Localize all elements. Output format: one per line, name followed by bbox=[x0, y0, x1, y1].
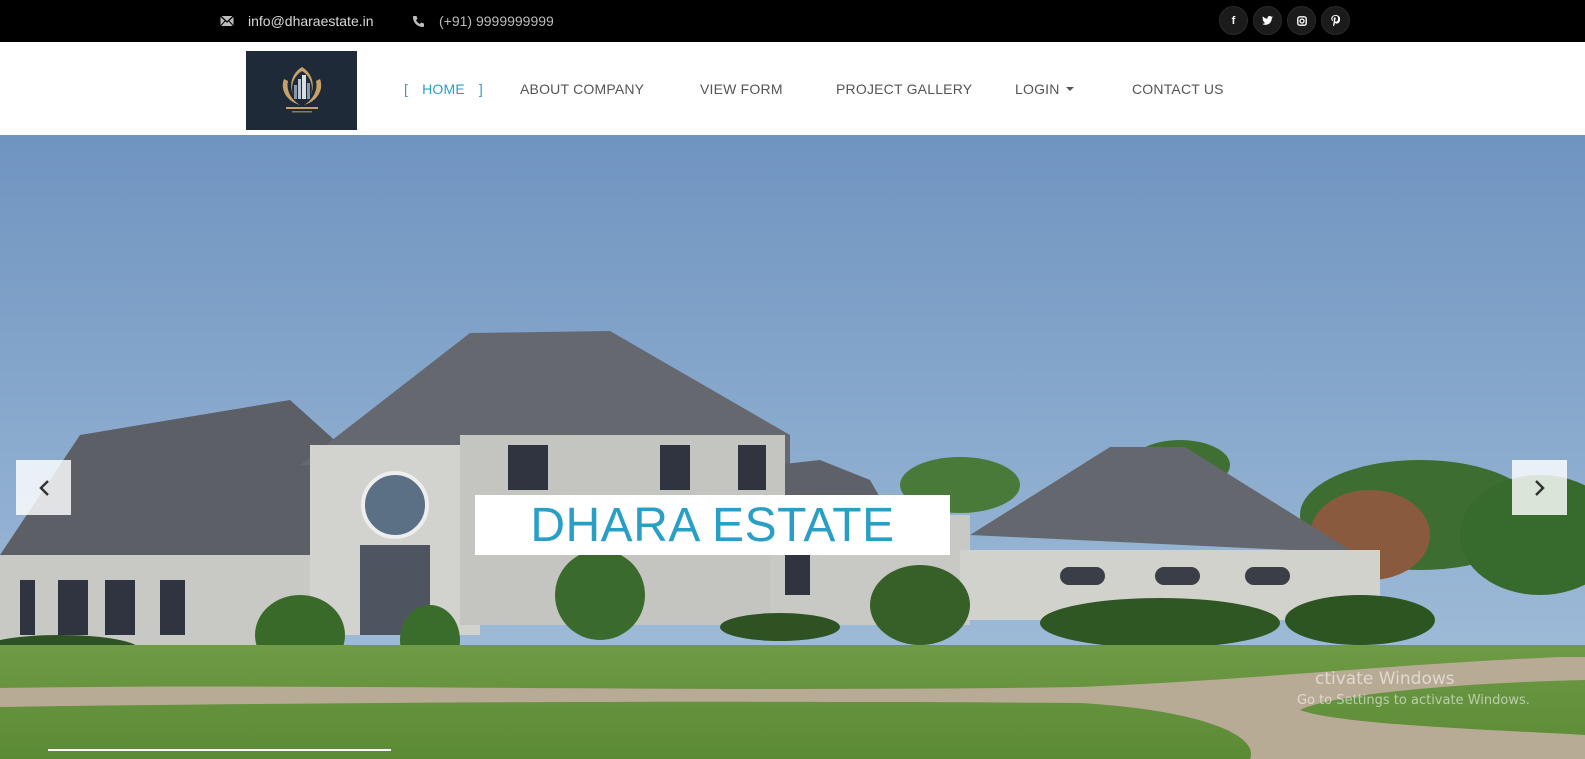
carousel-prev-button[interactable] bbox=[16, 460, 71, 515]
dhara-estate-logo-emblem bbox=[282, 67, 321, 113]
nav-home-bracket-close: ] bbox=[478, 80, 483, 97]
nav-about-company[interactable]: ABOUT COMPANY bbox=[520, 42, 644, 135]
caret-down-icon bbox=[1065, 86, 1074, 91]
nav-contact-us[interactable]: CONTACT US bbox=[1132, 42, 1224, 135]
nav-home[interactable]: [ HOME ] bbox=[404, 42, 483, 135]
nav-login-label: LOGIN bbox=[1015, 80, 1060, 97]
chevron-left-icon bbox=[38, 479, 49, 496]
phone-icon bbox=[413, 15, 424, 27]
nav-project-gallery[interactable]: PROJECT GALLERY bbox=[836, 42, 972, 135]
facebook-glyph: f bbox=[1231, 14, 1236, 27]
nav-project-gallery-label: PROJECT GALLERY bbox=[836, 80, 973, 97]
phone-text: (+91) 9999999999 bbox=[439, 13, 554, 29]
nav-view-form-label: VIEW FORM bbox=[700, 80, 783, 97]
hero-caption-title: DHARA ESTATE bbox=[530, 498, 895, 552]
activate-windows-subtitle: Go to Settings to activate Windows. bbox=[1297, 693, 1530, 708]
twitter-bird-glyph bbox=[1262, 16, 1273, 25]
email-text: info@dharaestate.in bbox=[248, 13, 374, 29]
hero-house-image bbox=[0, 135, 1585, 759]
twitter-icon[interactable] bbox=[1253, 6, 1282, 35]
company-logo[interactable] bbox=[246, 51, 357, 130]
pinterest-glyph bbox=[1331, 15, 1340, 26]
envelope-icon bbox=[220, 15, 234, 27]
nav-home-label: HOME bbox=[422, 80, 465, 97]
nav-contact-label: CONTACT US bbox=[1132, 80, 1224, 97]
nav-home-bracket-open: [ bbox=[404, 80, 409, 97]
instagram-glyph bbox=[1296, 15, 1307, 26]
chevron-right-icon bbox=[1534, 479, 1545, 496]
nav-about-label: ABOUT COMPANY bbox=[520, 80, 645, 97]
instagram-icon[interactable] bbox=[1287, 6, 1316, 35]
hero-caption-box: DHARA ESTATE bbox=[475, 495, 950, 555]
carousel-next-button[interactable] bbox=[1512, 460, 1567, 515]
activate-windows-title: ctivate Windows bbox=[1315, 669, 1455, 689]
facebook-icon[interactable]: f bbox=[1219, 6, 1248, 35]
carousel-indicator[interactable] bbox=[48, 749, 391, 751]
phone-contact[interactable]: (+91) 9999999999 bbox=[412, 0, 554, 42]
email-contact[interactable]: info@dharaestate.in bbox=[220, 0, 374, 42]
top-contact-bar: info@dharaestate.in (+91) 9999999999 f bbox=[0, 0, 1585, 42]
nav-view-form[interactable]: VIEW FORM bbox=[700, 42, 783, 135]
main-navbar: [ HOME ] ABOUT COMPANY VIEW FORM PROJECT… bbox=[0, 42, 1585, 136]
hero-carousel: DHARA ESTATE ctivate Windows Go to Setti… bbox=[0, 135, 1585, 759]
nav-login-dropdown[interactable]: LOGIN bbox=[1015, 42, 1074, 135]
pinterest-icon[interactable] bbox=[1321, 6, 1350, 35]
